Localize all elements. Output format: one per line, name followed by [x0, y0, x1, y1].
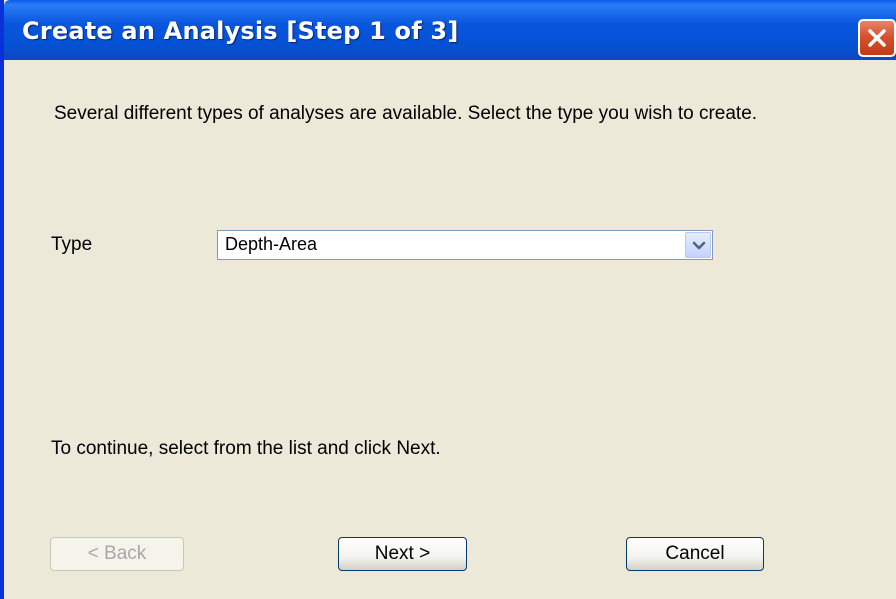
type-select-dropdown-button[interactable]	[685, 232, 711, 258]
dialog-window: Create an Analysis [Step 1 of 3] Several…	[0, 0, 896, 599]
intro-text: Several different types of analyses are …	[54, 103, 758, 124]
continue-instructions: To continue, select from the list and cl…	[51, 438, 441, 459]
title-bar[interactable]: Create an Analysis [Step 1 of 3]	[4, 0, 896, 60]
type-select-value: Depth-Area	[225, 234, 318, 254]
type-label: Type	[51, 234, 93, 255]
cancel-button[interactable]: Cancel	[626, 537, 764, 571]
chevron-down-icon	[692, 241, 706, 250]
back-button[interactable]: < Back	[50, 537, 184, 571]
close-icon	[868, 29, 886, 47]
type-select[interactable]: Depth-Area	[217, 230, 713, 260]
window-title: Create an Analysis [Step 1 of 3]	[22, 17, 459, 45]
next-button[interactable]: Next >	[338, 537, 467, 571]
close-button[interactable]	[858, 19, 896, 57]
